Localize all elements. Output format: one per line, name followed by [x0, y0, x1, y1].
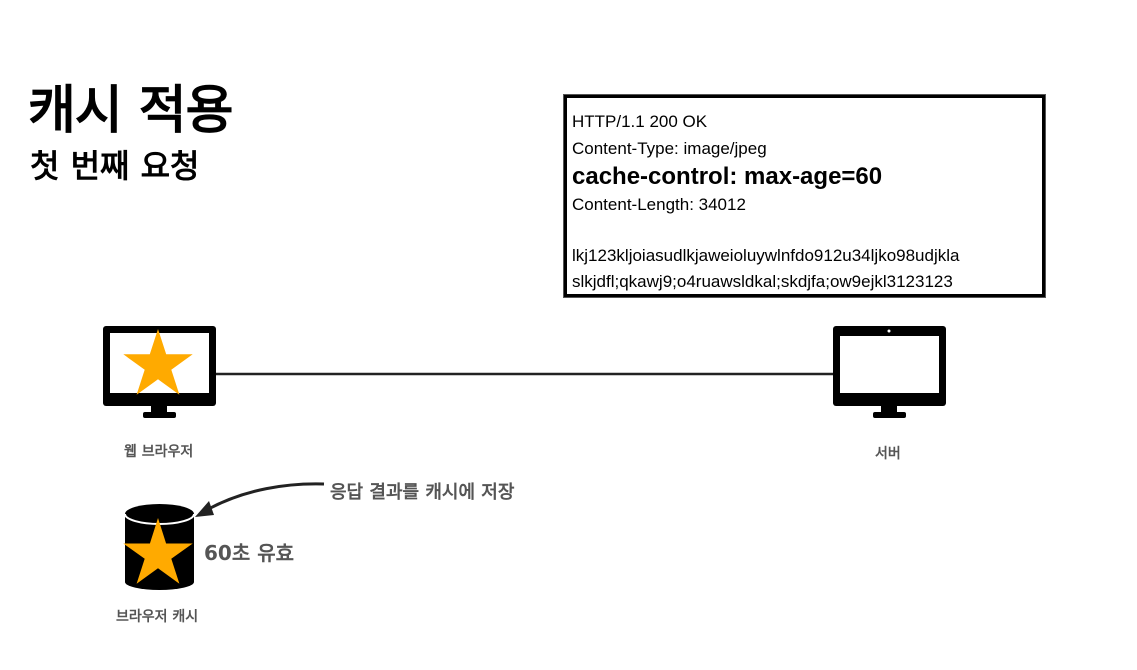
server-monitor-icon — [833, 326, 946, 418]
validity-label: 60초 유효 — [204, 541, 294, 565]
client-label: 웹 브라우저 — [124, 444, 194, 460]
store-arrow — [202, 482, 325, 514]
cache-label: 브라우저 캐시 — [116, 609, 199, 625]
network-diagram — [103, 326, 946, 590]
store-annotation: 응답 결과를 캐시에 저장 — [330, 482, 515, 503]
server-label: 서버 — [875, 446, 901, 462]
store-arrow-head-icon — [195, 501, 214, 517]
